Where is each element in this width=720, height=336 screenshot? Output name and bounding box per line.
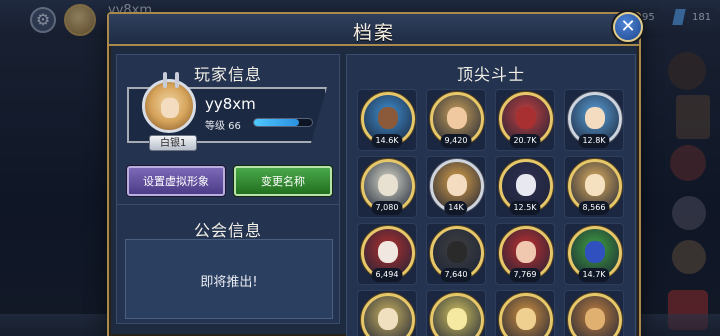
fighter-card[interactable]: 14K xyxy=(426,156,486,218)
fighter-face xyxy=(516,308,536,330)
player-name: yy8xm xyxy=(205,95,256,113)
xp-progress-bar xyxy=(253,118,313,127)
fighter-face xyxy=(585,241,605,263)
fighter-card[interactable] xyxy=(564,290,624,336)
fighter-card[interactable] xyxy=(357,290,417,336)
fighter-face xyxy=(585,174,605,196)
fighter-score: 7,769 xyxy=(509,268,541,282)
fighter-portrait xyxy=(568,293,622,336)
fighter-score: 8,566 xyxy=(578,201,610,215)
fighter-score: 7,640 xyxy=(440,268,472,282)
side-hammer-icon[interactable] xyxy=(672,196,706,230)
fighter-face xyxy=(585,308,605,330)
modal-title-bar: 档案 xyxy=(109,14,639,46)
fighter-face xyxy=(516,107,536,129)
fighter-card[interactable]: 9,420 xyxy=(426,89,486,151)
fighter-card[interactable]: 8,566 xyxy=(564,156,624,218)
fighter-card[interactable]: 14.7K xyxy=(564,223,624,285)
xp-progress-fill xyxy=(254,119,300,126)
fighter-score: 14K xyxy=(444,201,468,215)
fighter-card[interactable]: 12.5K xyxy=(495,156,555,218)
fighter-portrait xyxy=(430,293,484,336)
side-character-card[interactable] xyxy=(676,95,710,139)
fighter-card[interactable]: 7,640 xyxy=(426,223,486,285)
fighter-card[interactable]: 12.8K xyxy=(564,89,624,151)
fighter-score: 12.8K xyxy=(578,134,610,148)
fighter-card[interactable]: 7,080 xyxy=(357,156,417,218)
rank-badge: 白银1 xyxy=(149,135,198,151)
player-avatar[interactable] xyxy=(142,72,196,133)
fighter-score: 7,080 xyxy=(371,201,403,215)
settings-gear-icon[interactable]: ⚙ xyxy=(30,7,56,33)
fighter-score: 14.7K xyxy=(578,268,610,282)
fighter-card[interactable]: 7,769 xyxy=(495,223,555,285)
fighter-card[interactable]: 6,494 xyxy=(357,223,417,285)
guild-info-panel: 公会信息 即将推出! xyxy=(116,204,340,324)
fighter-face xyxy=(378,107,398,129)
fighter-score: 14.6K xyxy=(371,134,403,148)
side-event-icon[interactable] xyxy=(668,52,706,90)
guild-status-text: 即将推出! xyxy=(200,275,258,290)
fighter-face xyxy=(378,308,398,330)
modal-title: 档案 xyxy=(352,22,395,44)
fighter-card[interactable]: 14.6K xyxy=(357,89,417,151)
fighter-card[interactable]: 20.7K xyxy=(495,89,555,151)
set-avatar-button[interactable]: 设置虚拟形象 xyxy=(127,166,225,196)
close-icon[interactable]: ✕ xyxy=(613,12,643,42)
fighter-face xyxy=(447,308,467,330)
player-level: 等级 66 xyxy=(205,121,241,132)
fighter-face xyxy=(516,241,536,263)
rename-button[interactable]: 变更名称 xyxy=(234,166,332,196)
fighter-score: 6,494 xyxy=(371,268,403,282)
fighter-face xyxy=(447,241,467,263)
fighter-face xyxy=(585,107,605,129)
side-bag-icon[interactable] xyxy=(672,240,706,274)
background-avatar[interactable] xyxy=(64,4,96,36)
fighter-face xyxy=(516,174,536,196)
player-info-panel: 玩家信息 yy8xm 等级 66 白银1 设置虚拟形象 变更名称 xyxy=(116,54,340,206)
fighter-face xyxy=(378,241,398,263)
fighter-portrait xyxy=(499,293,553,336)
top-fighters-title: 顶尖斗士 xyxy=(456,65,525,84)
guild-info-title: 公会信息 xyxy=(193,221,262,240)
guild-status-box: 即将推出! xyxy=(125,239,333,319)
player-info-title: 玩家信息 xyxy=(193,65,262,84)
fighter-score: 12.5K xyxy=(509,201,541,215)
fighter-score: 9,420 xyxy=(440,134,472,148)
fighter-face xyxy=(447,107,467,129)
gem-count: 181 xyxy=(686,8,718,28)
fighter-card[interactable] xyxy=(495,290,555,336)
fighter-score: 20.7K xyxy=(509,134,541,148)
profile-modal: 档案 ✕ 玩家信息 yy8xm 等级 66 白银1 设置虚拟形象 变更名称 公会… xyxy=(107,12,643,336)
fighter-face xyxy=(447,174,467,196)
fighter-portrait xyxy=(361,293,415,336)
fighter-face xyxy=(378,174,398,196)
fighter-card[interactable] xyxy=(426,290,486,336)
top-fighters-panel: 顶尖斗士 14.6K 9,420 20.7K 12.8K 7,080 14K 12.5K 8,… xyxy=(346,54,636,336)
game-screen: ⚙ yy8xm 95 181 档案 ✕ 玩家信息 yy8xm 等级 66 白银1… xyxy=(0,0,720,336)
side-portrait-icon[interactable] xyxy=(670,145,706,181)
